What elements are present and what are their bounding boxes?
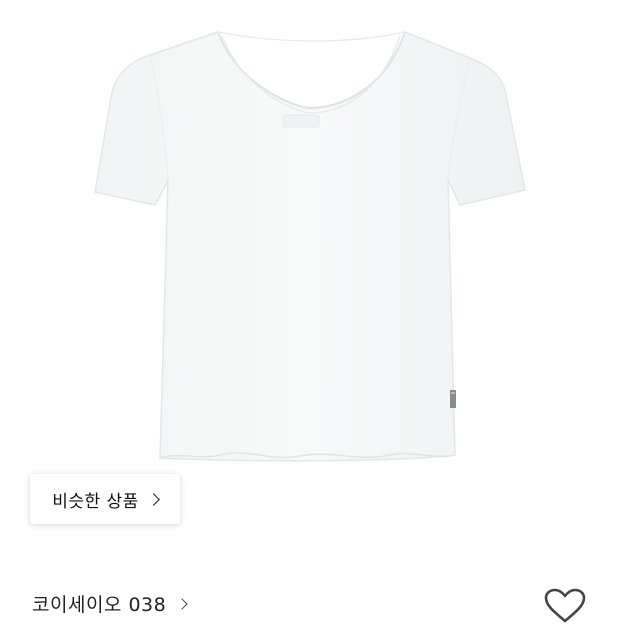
product-image[interactable]: [0, 0, 620, 470]
similar-products-label: 비슷한 상품: [52, 491, 139, 512]
brand-name: 코이세이오 038: [32, 594, 167, 616]
similar-products-button[interactable]: 비슷한 상품: [30, 474, 180, 524]
tshirt-image: [94, 31, 526, 462]
heart-outline-icon: [544, 588, 586, 623]
wishlist-button[interactable]: [543, 588, 587, 624]
chevron-right-icon: [146, 493, 160, 506]
brand-link[interactable]: 코이세이오 038: [32, 590, 188, 617]
chevron-right-icon: [176, 598, 188, 610]
